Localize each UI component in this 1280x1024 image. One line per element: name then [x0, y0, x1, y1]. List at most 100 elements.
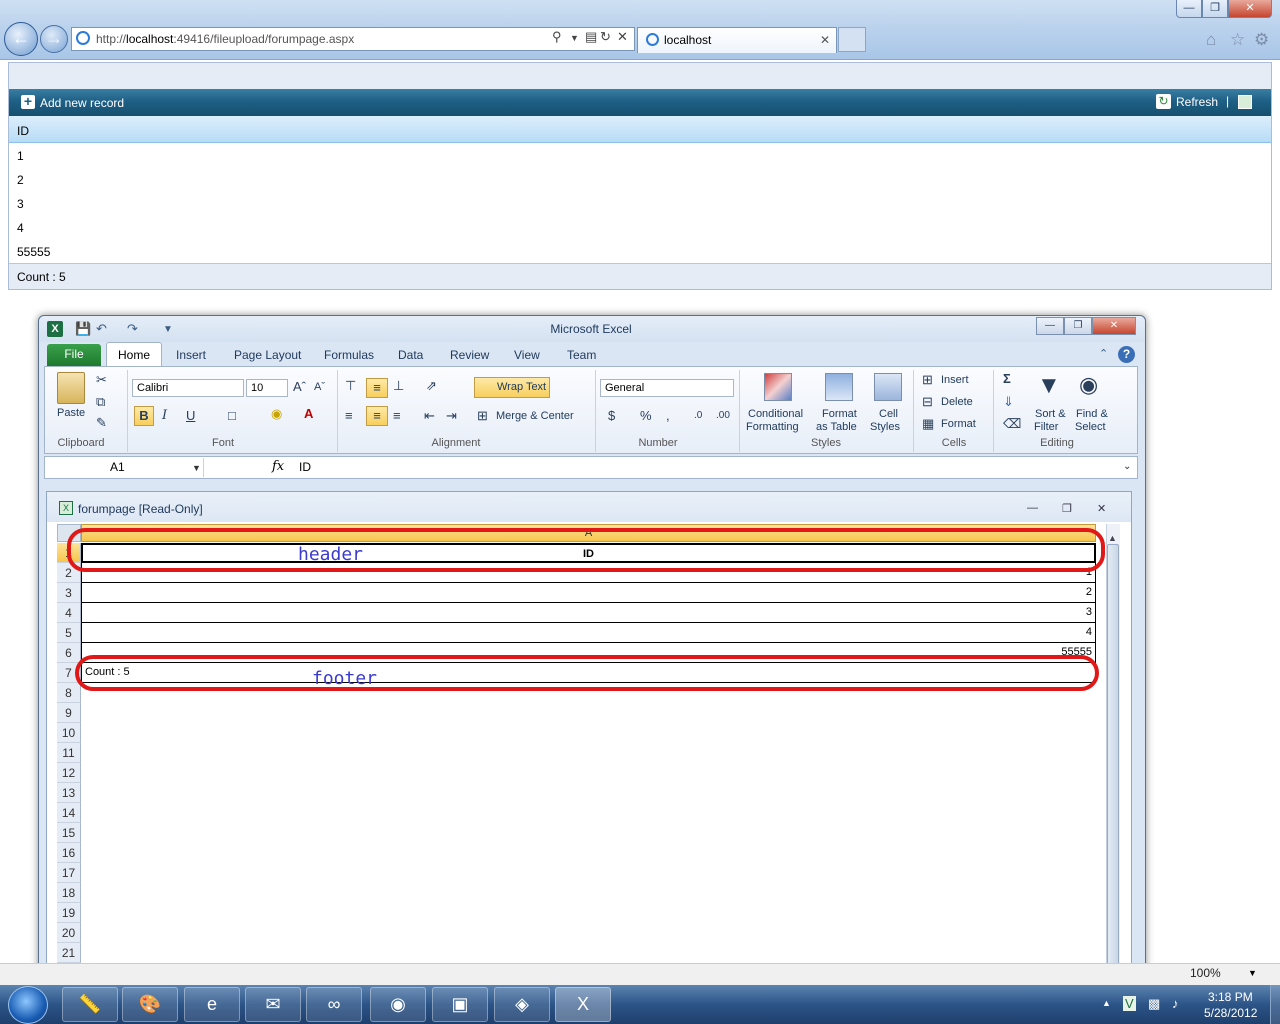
excel-minimize-button[interactable]: — — [1036, 317, 1064, 335]
sort-filter-label-2[interactable]: Filter — [1034, 421, 1058, 433]
format-cells-icon[interactable]: ▦ — [922, 416, 934, 432]
export-excel-icon[interactable] — [1238, 95, 1252, 109]
align-middle-icon[interactable]: ≡ — [366, 378, 388, 398]
taskbar-lync-icon[interactable]: ▣ — [432, 987, 488, 1022]
format-painter-icon[interactable]: ✎ — [96, 415, 107, 431]
refresh-icon[interactable]: ↻ — [1156, 94, 1171, 109]
align-center-icon[interactable]: ≡ — [366, 406, 388, 426]
insert-cells-button[interactable]: Insert — [941, 374, 969, 386]
row-header[interactable]: 9 — [57, 703, 81, 723]
taskbar-internet-explorer-icon[interactable]: e — [184, 987, 240, 1022]
cell-styles-label-1[interactable]: Cell — [879, 408, 898, 420]
taskbar-ruler-app-icon[interactable]: 📏 — [62, 987, 118, 1022]
row-header[interactable]: 3 — [57, 583, 81, 603]
cell-a4[interactable]: 3 — [81, 603, 1096, 623]
dropdown-icon[interactable]: ▼ — [570, 33, 579, 43]
cell-styles-icon[interactable] — [874, 373, 902, 401]
browser-minimize-button[interactable]: — — [1176, 0, 1202, 18]
workbook-close-button[interactable]: ✕ — [1097, 502, 1106, 515]
workbook-restore-button[interactable]: ❐ — [1062, 502, 1072, 515]
expand-formula-bar-icon[interactable]: ⌄ — [1123, 461, 1131, 472]
browser-close-button[interactable]: ✕ — [1228, 0, 1272, 18]
stop-icon[interactable]: ✕ — [617, 29, 628, 45]
row-header[interactable]: 12 — [57, 763, 81, 783]
conditional-formatting-label-1[interactable]: Conditional — [748, 408, 803, 420]
font-name-combo[interactable]: Calibri — [132, 379, 244, 397]
cell-a3[interactable]: 2 — [81, 583, 1096, 603]
format-as-table-label-1[interactable]: Format — [822, 408, 857, 420]
decrease-indent-icon[interactable]: ⇤ — [424, 408, 435, 424]
scroll-up-icon[interactable]: ▲ — [1108, 533, 1117, 543]
back-button[interactable]: ← — [4, 22, 38, 56]
grid-column-header-id[interactable]: ID — [9, 116, 1271, 143]
increase-indent-icon[interactable]: ⇥ — [446, 408, 457, 424]
sort-filter-icon[interactable]: ▼ — [1037, 372, 1061, 400]
insert-cells-icon[interactable]: ⊞ — [922, 372, 933, 388]
taskbar-paint-palette-icon[interactable]: ◈ — [494, 987, 550, 1022]
row-header[interactable]: 14 — [57, 803, 81, 823]
row-header[interactable]: 4 — [57, 603, 81, 623]
conditional-formatting-label-2[interactable]: Formatting — [746, 421, 799, 433]
formula-input[interactable]: ID — [299, 460, 311, 474]
align-bottom-icon[interactable]: ⊥ — [393, 378, 404, 394]
zoom-level[interactable]: 100% — [1190, 966, 1221, 980]
find-select-label-2[interactable]: Select — [1075, 421, 1106, 433]
grow-font-icon[interactable]: Aˆ — [293, 379, 306, 394]
fill-color-icon[interactable]: ◉ — [271, 406, 282, 422]
tab-formulas[interactable]: Formulas — [324, 348, 374, 362]
show-desktop-button[interactable] — [1270, 985, 1280, 1024]
name-box-dropdown-icon[interactable]: ▼ — [192, 463, 201, 473]
shrink-font-icon[interactable]: Aˇ — [314, 381, 325, 393]
compat-view-icon[interactable]: ▤ — [585, 29, 597, 45]
autosum-icon[interactable]: Σ — [1003, 371, 1011, 386]
bold-button[interactable]: B — [134, 406, 154, 426]
add-new-record-button[interactable]: Add new record — [40, 96, 124, 110]
format-cells-button[interactable]: Format — [941, 418, 976, 430]
row-header[interactable]: 13 — [57, 783, 81, 803]
tab-page-layout[interactable]: Page Layout — [234, 348, 301, 362]
excel-maximize-button[interactable]: ❐ — [1064, 317, 1092, 335]
workbook-minimize-button[interactable]: — — [1027, 502, 1038, 514]
add-icon[interactable]: + — [21, 94, 35, 109]
show-hidden-icons[interactable]: ▲ — [1102, 998, 1111, 1008]
number-format-combo[interactable]: General — [600, 379, 734, 397]
tools-gear-icon[interactable]: ⚙ — [1254, 30, 1269, 50]
search-icon[interactable]: ⚲ — [552, 29, 562, 45]
row-header[interactable]: 6 — [57, 643, 81, 663]
merge-center-icon[interactable]: ⊞ — [477, 408, 488, 424]
font-size-combo[interactable]: 10 — [246, 379, 288, 397]
merge-center-button[interactable]: Merge & Center — [496, 410, 574, 422]
currency-icon[interactable]: $ — [608, 408, 615, 423]
fill-icon[interactable]: ⇓ — [1003, 394, 1014, 410]
clock-time[interactable]: 3:18 PM — [1208, 990, 1253, 1004]
paste-button[interactable]: Paste — [57, 407, 85, 419]
delete-cells-button[interactable]: Delete — [941, 396, 973, 408]
refresh-icon[interactable]: ↻ — [600, 29, 611, 45]
row-header[interactable]: 21 — [57, 943, 81, 963]
increase-decimal-icon[interactable]: .0 — [694, 410, 702, 421]
sort-filter-label-1[interactable]: Sort & — [1035, 408, 1066, 420]
volume-icon[interactable]: ♪ — [1172, 996, 1179, 1011]
row-header[interactable]: 5 — [57, 623, 81, 643]
align-left-icon[interactable]: ≡ — [345, 408, 353, 423]
tab-insert[interactable]: Insert — [176, 348, 206, 362]
tab-file[interactable]: File — [47, 344, 101, 366]
copy-icon[interactable]: ⧉ — [96, 394, 105, 410]
tab-review[interactable]: Review — [450, 348, 489, 362]
taskbar-firefox-icon[interactable]: ◉ — [370, 987, 426, 1022]
row-header[interactable]: 20 — [57, 923, 81, 943]
orientation-icon[interactable]: ⇗ — [426, 378, 437, 394]
favorites-star-icon[interactable]: ☆ — [1230, 30, 1245, 50]
delete-cells-icon[interactable]: ⊟ — [922, 394, 933, 410]
cell-a5[interactable]: 4 — [81, 623, 1096, 643]
tab-home[interactable]: Home — [106, 342, 162, 367]
wrap-text-button[interactable]: Wrap Text — [474, 377, 550, 398]
paste-clipboard-icon[interactable] — [57, 372, 85, 404]
network-icon[interactable]: ▩ — [1148, 996, 1160, 1012]
taskbar-excel-icon[interactable]: X — [555, 987, 611, 1022]
browser-maximize-button[interactable]: ❐ — [1202, 0, 1228, 18]
conditional-formatting-icon[interactable] — [764, 373, 792, 401]
tray-app-icon[interactable]: V — [1123, 996, 1136, 1011]
row-header[interactable]: 18 — [57, 883, 81, 903]
tab-team[interactable]: Team — [567, 348, 596, 362]
